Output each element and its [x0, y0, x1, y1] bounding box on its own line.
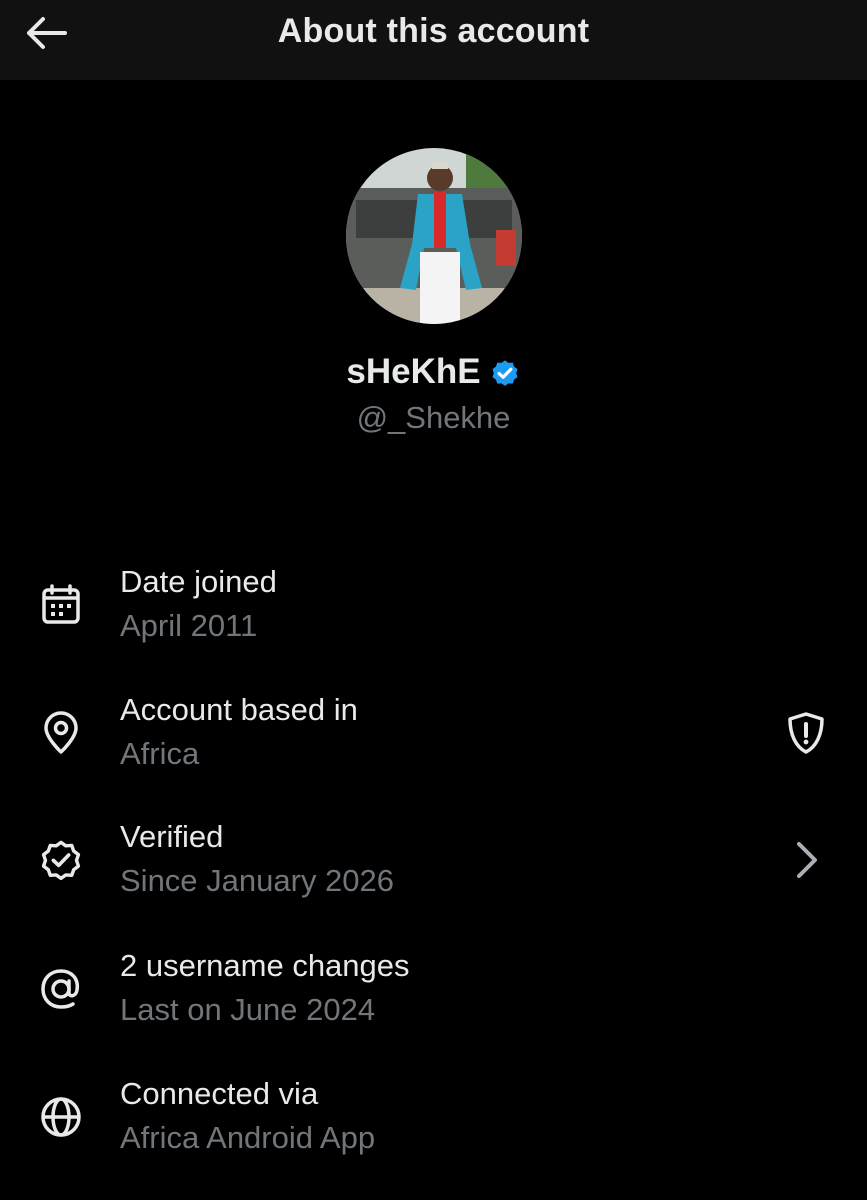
- location-pin-icon: [36, 708, 86, 758]
- calendar-icon: [36, 580, 86, 630]
- row-title: Date joined: [120, 564, 277, 599]
- display-name: sHeKhE: [346, 352, 481, 391]
- top-bar: About this account: [0, 0, 867, 80]
- info-row-date-joined: Date joined April 2011: [0, 560, 867, 670]
- row-subtitle: Last on June 2024: [120, 992, 376, 1027]
- at-sign-icon: [36, 964, 86, 1014]
- info-row-account-based-in: Account based in Africa: [0, 688, 867, 798]
- row-subtitle: Africa Android App: [120, 1120, 376, 1155]
- row-subtitle: Since January 2026: [120, 863, 395, 898]
- row-subtitle: Africa: [120, 736, 200, 771]
- row-subtitle: April 2011: [120, 608, 258, 643]
- row-title: 2 username changes: [120, 948, 410, 983]
- globe-icon: [36, 1092, 86, 1142]
- row-title: Account based in: [120, 692, 358, 727]
- page-title: About this account: [277, 12, 590, 50]
- username-handle: @_Shekhe: [356, 400, 511, 435]
- info-row-verified[interactable]: Verified Since January 2026: [0, 815, 867, 925]
- verified-outline-icon: [36, 835, 86, 885]
- row-title: Verified: [120, 819, 224, 854]
- avatar[interactable]: [346, 148, 522, 324]
- info-row-connected-via: Connected via Africa Android App: [0, 1072, 867, 1182]
- shield-alert-icon[interactable]: [781, 708, 831, 758]
- info-row-username-changes: 2 username changes Last on June 2024: [0, 944, 867, 1054]
- row-title: Connected via: [120, 1076, 319, 1111]
- display-name-row: sHeKhE: [0, 352, 867, 392]
- chevron-right-icon[interactable]: [781, 835, 831, 885]
- verified-badge-icon: [489, 357, 521, 389]
